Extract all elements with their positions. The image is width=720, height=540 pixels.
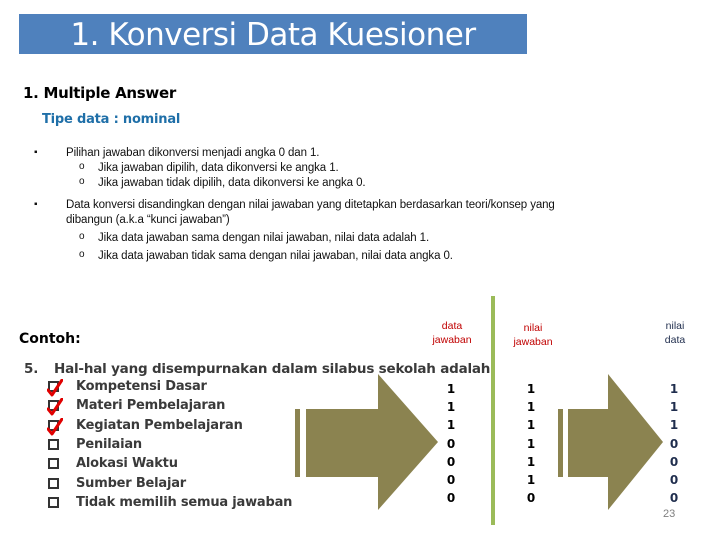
checkbox-checked[interactable] xyxy=(47,417,63,436)
header-line: data xyxy=(664,334,686,346)
example-label: Contoh: xyxy=(19,331,81,347)
bullet-circle: o xyxy=(79,249,85,260)
option-label: Penilaian xyxy=(76,436,142,452)
header-data-jawaban: data jawaban xyxy=(422,319,482,347)
column-nilai-jawaban: 1 1 1 1 1 1 0 xyxy=(520,380,542,507)
value-cell: 0 xyxy=(446,472,456,487)
checkbox-unchecked[interactable] xyxy=(48,496,59,508)
value-cell: 1 xyxy=(526,418,536,433)
header-nilai-data: nilai data xyxy=(655,319,695,347)
header-nilai-jawaban: nilai jawaban xyxy=(503,321,563,349)
header-line: nilai xyxy=(665,320,685,332)
header-line: jawaban xyxy=(432,334,472,346)
checkbox-checked[interactable] xyxy=(47,379,63,397)
value-cell: 1 xyxy=(446,382,456,396)
value-cell: 1 xyxy=(526,436,536,451)
slide-title: 1. Konversi Data Kuesioner xyxy=(19,14,527,54)
value-cell: 1 xyxy=(526,382,536,396)
bullet-square: ▪ xyxy=(34,199,38,210)
rule-item-continuation: dibangun (a.k.a “kunci jawaban”) xyxy=(66,214,230,226)
value-cell: 1 xyxy=(669,400,679,415)
value-cell: 1 xyxy=(526,400,536,415)
bullet-circle: o xyxy=(79,231,85,242)
checkmark-icon xyxy=(47,417,63,436)
value-cell: 1 xyxy=(526,472,536,487)
value-cell: 0 xyxy=(526,491,536,506)
column-nilai-data: 1 1 1 0 0 0 0 xyxy=(663,380,685,507)
data-type-label: Tipe data : nominal xyxy=(42,112,181,127)
rule-subitem: Jika data jawaban sama dengan nilai jawa… xyxy=(98,232,430,244)
value-cell: 1 xyxy=(526,454,536,469)
bullet-circle: o xyxy=(79,161,85,172)
option-label: Materi Pembelajaran xyxy=(76,398,226,414)
rule-subitem: Jika data jawaban tidak sama dengan nila… xyxy=(98,250,453,262)
value-cell: 0 xyxy=(669,472,679,487)
checkbox-checked[interactable] xyxy=(47,398,63,416)
rule-subitem: Jika jawaban tidak dipilih, data dikonve… xyxy=(98,177,366,189)
checkbox-unchecked[interactable] xyxy=(48,438,59,450)
value-cell: 0 xyxy=(669,454,679,469)
arrow-right-icon xyxy=(295,374,438,510)
column-divider xyxy=(491,296,495,525)
value-cell: 0 xyxy=(669,436,679,451)
value-cell: 1 xyxy=(446,418,456,433)
value-cell: 1 xyxy=(669,418,679,433)
header-line: jawaban xyxy=(513,336,553,348)
bullet-square: ▪ xyxy=(34,147,38,158)
value-cell: 0 xyxy=(446,491,456,506)
checkmark-icon xyxy=(47,398,63,416)
header-line: nilai xyxy=(523,322,543,334)
rule-subitem: Jika jawaban dipilih, data dikonversi ke… xyxy=(98,162,339,174)
rule-item: Data konversi disandingkan dengan nilai … xyxy=(66,199,555,211)
checkbox-unchecked[interactable] xyxy=(48,477,59,489)
checkbox-unchecked[interactable] xyxy=(48,458,59,470)
column-data-jawaban: 1 1 1 0 0 0 0 xyxy=(440,380,462,507)
option-label: Kegiatan Pembelajaran xyxy=(76,417,243,433)
header-line: data xyxy=(441,320,463,332)
checkmark-icon xyxy=(47,379,63,397)
option-label: Tidak memilih semua jawaban xyxy=(76,494,293,510)
bullet-circle: o xyxy=(79,176,85,187)
section-heading: 1. Multiple Answer xyxy=(23,84,176,102)
rule-item: Pilihan jawaban dikonversi menjadi angka… xyxy=(66,147,320,159)
question-number: 5. xyxy=(24,361,39,377)
value-cell: 0 xyxy=(446,454,456,469)
option-label: Kompetensi Dasar xyxy=(76,379,207,394)
value-cell: 0 xyxy=(446,436,456,451)
value-cell: 1 xyxy=(669,382,679,396)
value-cell: 1 xyxy=(446,400,456,415)
arrow-right-icon xyxy=(558,374,663,510)
page-number: 23 xyxy=(663,508,676,520)
value-cell: 0 xyxy=(669,491,679,506)
option-label: Sumber Belajar xyxy=(76,475,187,491)
option-label: Alokasi Waktu xyxy=(76,456,178,472)
